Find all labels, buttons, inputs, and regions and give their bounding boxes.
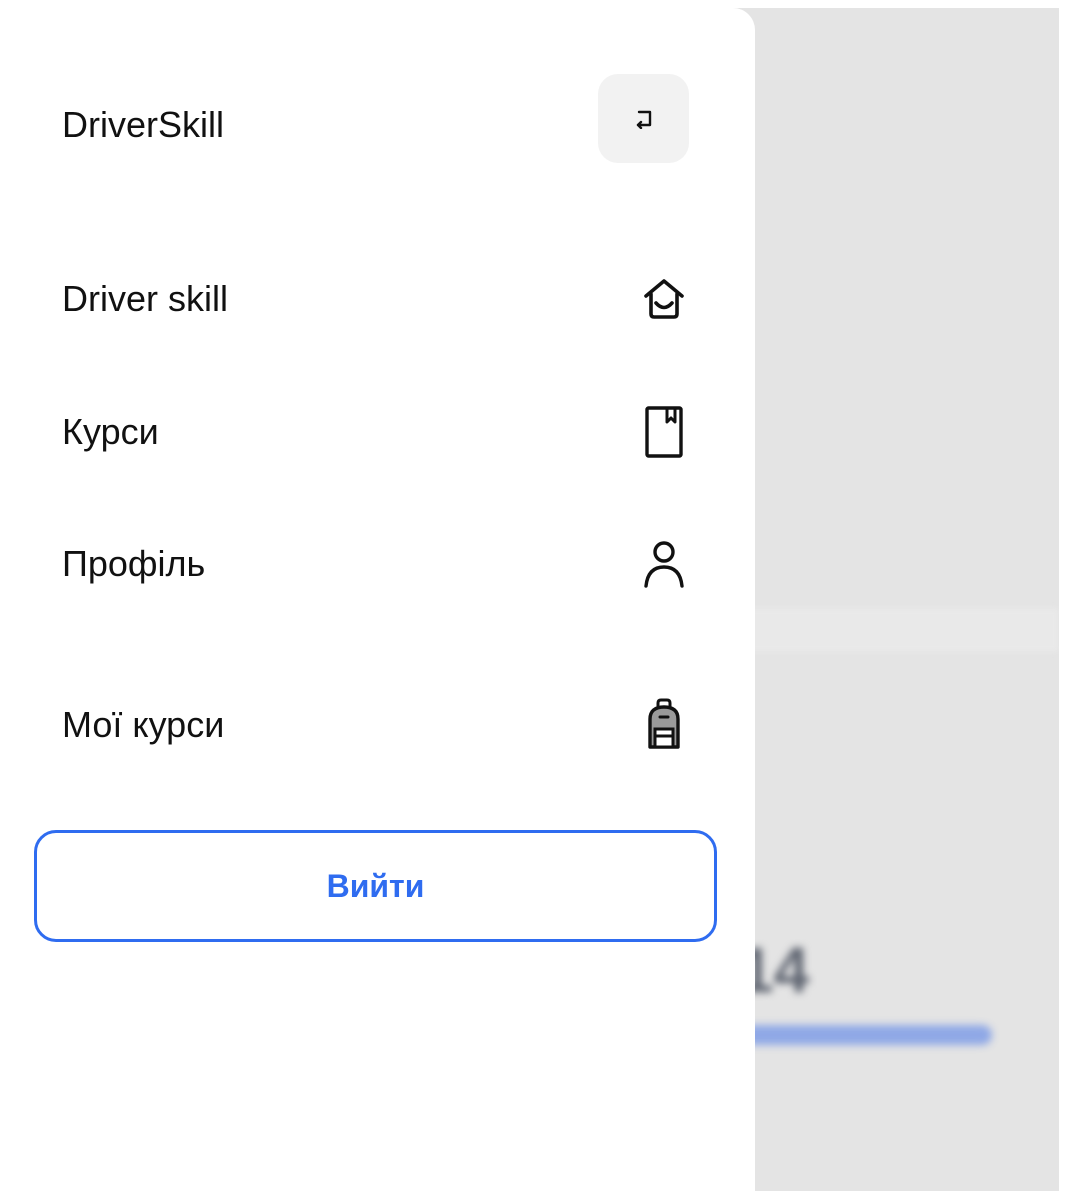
close-drawer-button[interactable] (598, 74, 689, 163)
backpack-icon (636, 697, 692, 753)
menu-item-courses[interactable]: Курси (62, 402, 692, 462)
menu-item-label: Профіль (62, 543, 206, 584)
home-icon (636, 271, 692, 327)
menu-item-profile[interactable]: Профіль (62, 534, 692, 594)
menu-item-label: Курси (62, 411, 159, 452)
book-icon (636, 404, 692, 460)
menu-item-driver-skill[interactable]: Driver skill (62, 269, 692, 329)
menu-item-my-courses[interactable]: Мої курси (62, 695, 692, 755)
menu-item-label: Мої курси (62, 704, 225, 745)
logout-button[interactable]: Вийти (34, 830, 717, 942)
menu-item-label: Driver skill (62, 278, 228, 319)
navigation-drawer: DriverSkill Driver skill Курси Профіль М… (0, 8, 755, 1191)
back-arrow-icon (636, 110, 651, 129)
app-title: DriverSkill (62, 104, 224, 145)
user-icon (636, 536, 692, 592)
